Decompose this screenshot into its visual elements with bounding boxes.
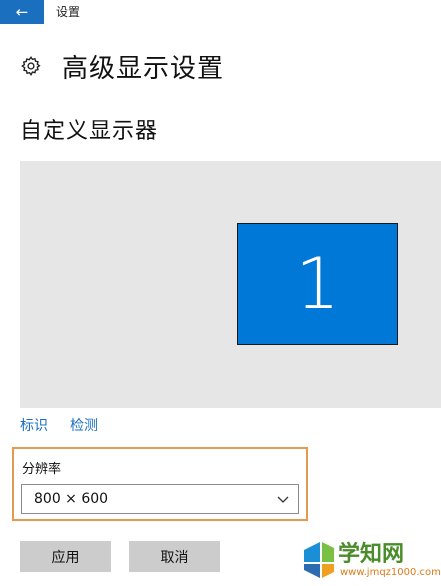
resolution-label: 分辨率 — [22, 462, 62, 477]
watermark-text: 学知网 — [338, 542, 405, 567]
page-header: 高级显示设置 — [20, 48, 224, 84]
back-arrow-icon: ← — [15, 3, 29, 21]
cancel-button-label: 取消 — [160, 549, 189, 566]
watermark: 学知网 www.jmqz1000.com — [300, 536, 441, 586]
resolution-value: 800 × 600 — [34, 491, 109, 507]
title-bar: ← 设置 — [0, 0, 441, 24]
display-arrangement-area: 1 — [20, 161, 441, 408]
chevron-down-icon — [277, 496, 289, 503]
watermark-url: www.jmqz1000.com — [340, 567, 441, 578]
page-title: 高级显示设置 — [62, 53, 225, 84]
watermark-logo-icon — [304, 542, 334, 578]
identify-link[interactable]: 标识 — [20, 415, 48, 435]
apply-button-label: 应用 — [51, 549, 80, 566]
window-title: 设置 — [56, 5, 81, 19]
resolution-group: 分辨率 800 × 600 — [12, 447, 308, 521]
back-button[interactable]: ← — [0, 0, 44, 24]
monitor-number: 1 — [295, 243, 340, 325]
cancel-button[interactable]: 取消 — [129, 541, 220, 572]
gear-icon — [21, 56, 41, 77]
detect-link[interactable]: 检测 — [70, 415, 98, 435]
monitor-tile[interactable]: 1 — [237, 223, 398, 345]
resolution-dropdown[interactable]: 800 × 600 — [21, 484, 299, 514]
section-title: 自定义显示器 — [20, 119, 159, 144]
apply-button[interactable]: 应用 — [20, 541, 111, 572]
